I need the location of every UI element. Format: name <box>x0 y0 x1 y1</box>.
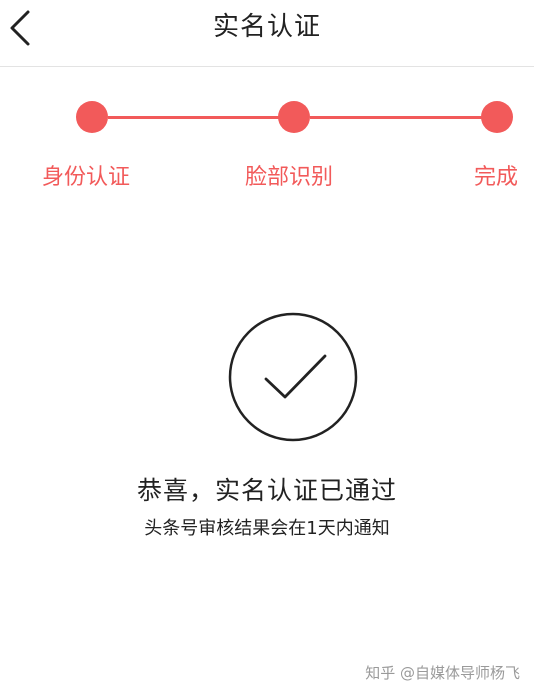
step-label-complete: 完成 <box>474 165 519 190</box>
step-label-identity: 身份认证 <box>42 165 131 190</box>
step-dot-2 <box>278 101 310 133</box>
checkmark-circle-icon <box>228 312 358 442</box>
result-subtitle: 头条号审核结果会在1天内通知 <box>144 518 390 539</box>
result-title: 恭喜，实名认证已通过 <box>136 476 397 505</box>
step-connector-1 <box>108 116 280 119</box>
step-label-face: 脸部识别 <box>245 165 334 190</box>
step-dot-1 <box>76 101 108 133</box>
progress-steps: 身份认证 脸部识别 完成 <box>0 0 534 200</box>
watermark-text: 知乎 @自媒体导师杨飞 <box>365 664 520 682</box>
step-dot-3 <box>481 101 513 133</box>
step-connector-2 <box>310 116 482 119</box>
